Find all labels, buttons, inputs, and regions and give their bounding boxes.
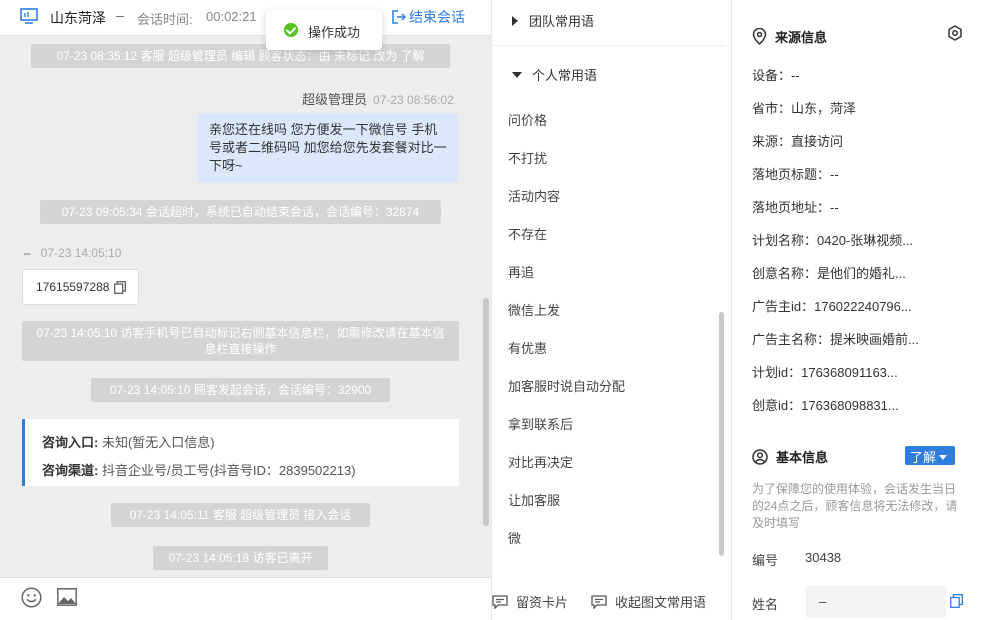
- system-message: 07-23 08:35:12 客服 超级管理员 编辑 顾客状态：由 未标记 改为…: [31, 44, 450, 68]
- customer-name-label: 姓名: [752, 597, 779, 612]
- location-pin-icon: [752, 27, 767, 46]
- caret-right-icon: [512, 16, 518, 26]
- customer-id-label: 编号: [752, 553, 779, 568]
- lead-card-button[interactable]: 留资卡片: [492, 592, 568, 611]
- sender-name: 超级管理员: [302, 92, 368, 107]
- title-separator: –: [116, 7, 124, 23]
- end-session-button[interactable]: 结束会话: [392, 7, 465, 27]
- phrases-scrollbar[interactable]: [719, 312, 724, 556]
- phrase-item[interactable]: 有优惠: [508, 338, 547, 357]
- toast-text: 操作成功: [308, 25, 361, 40]
- chat-scrollbar[interactable]: [483, 298, 489, 526]
- visitor-phone: 17615597288: [36, 280, 110, 294]
- system-message: 07-23 14:05:11 客服 超级管理员 接入会话: [111, 503, 370, 527]
- phrase-item[interactable]: 对比再决定: [508, 452, 573, 471]
- chat-header: 山东菏泽 – 会话时间: 00:02:21 结束会话: [0, 0, 491, 36]
- quick-phrases-panel: 团队常用语 个人常用语 问价格 不打扰 活动内容 不存在 再追 微信上发 有优惠…: [491, 0, 732, 620]
- visitor-location-title: 山东菏泽: [50, 10, 106, 26]
- exit-icon: [392, 10, 407, 24]
- divider: [492, 45, 725, 46]
- basic-info-header: 基本信息: [752, 447, 828, 466]
- consult-entry-row: 咨询入口: 未知(暂无入口信息): [42, 429, 442, 457]
- source-info-header: 来源信息: [752, 27, 827, 46]
- phrase-item[interactable]: 不打扰: [508, 148, 547, 167]
- personal-phrases-header[interactable]: 个人常用语: [512, 65, 597, 84]
- source-origin: 来源：直接访问: [752, 134, 844, 149]
- source-advertiser-id: 广告主id：176022240796...: [752, 299, 912, 314]
- emoji-icon[interactable]: [21, 587, 42, 608]
- source-plan-id: 计划id：176368091163...: [752, 365, 898, 380]
- collapse-phrases-button[interactable]: 收起图文常用语: [591, 592, 706, 611]
- consult-info-card: 咨询入口: 未知(暂无入口信息) 咨询渠道: 抖音企业号/员工号(抖音号ID：2…: [22, 419, 459, 486]
- consult-channel-row: 咨询渠道: 抖音企业号/员工号(抖音号ID：2839502213): [42, 457, 442, 485]
- source-landing-title: 落地页标题：--: [752, 167, 839, 182]
- source-landing-url: 落地页地址：--: [752, 200, 839, 215]
- settings-icon[interactable]: [947, 25, 963, 41]
- success-toast: 操作成功: [266, 10, 382, 50]
- system-message: 07-23 14:05:18 访客已离开: [153, 546, 328, 570]
- phrase-item[interactable]: 微信上发: [508, 300, 560, 319]
- phrase-item[interactable]: 加客服时说自动分配: [508, 376, 625, 395]
- phrase-item[interactable]: 活动内容: [508, 186, 560, 205]
- input-toolbar: [0, 577, 491, 620]
- source-creative-name: 创意名称：是他们的婚礼...: [752, 266, 906, 281]
- message-card-icon: [591, 595, 607, 610]
- visitor-name: –: [24, 246, 31, 260]
- phrase-item[interactable]: 微: [508, 528, 521, 547]
- phrase-item[interactable]: 拿到联系后: [508, 414, 573, 433]
- caret-down-icon: [939, 455, 948, 460]
- source-info-title: 来源信息: [775, 30, 828, 45]
- team-phrases-header[interactable]: 团队常用语: [512, 11, 594, 30]
- session-time-value: 00:02:21: [206, 9, 257, 24]
- visitor-phone-message: 17615597288: [22, 269, 139, 305]
- consult-entry-label: 咨询入口:: [42, 435, 99, 450]
- system-message: 07-23 09:05:34 会话超时，系统已自动结束会话，会话编号：32874: [40, 200, 441, 224]
- monitor-icon: [20, 8, 38, 24]
- agent-message-bubble: 亲您还在线吗 您方便发一下微信号 手机号或者二维码吗 加您给您先发套餐对比一下呀…: [197, 113, 459, 183]
- phrase-item[interactable]: 让加客服: [508, 490, 560, 509]
- team-phrases-title: 团队常用语: [529, 14, 595, 29]
- source-province-city: 省市：山东，菏泽: [752, 101, 857, 116]
- source-device: 设备：--: [752, 68, 800, 83]
- personal-phrases-title: 个人常用语: [532, 68, 598, 83]
- system-message: 07-23 14:05:10 访客手机号已自动标记右侧基本信息栏，如需修改请在基…: [22, 321, 459, 361]
- source-creative-id: 创意id：176368098831...: [752, 398, 899, 413]
- phrase-item[interactable]: 问价格: [508, 110, 547, 129]
- customer-status-value: 了解: [910, 450, 937, 465]
- message-card-icon: [492, 595, 508, 610]
- source-plan-name: 计划名称：0420-张琳视频...: [752, 233, 914, 248]
- message-sender: 超级管理员 07-23 08:56:02: [302, 89, 454, 108]
- image-icon[interactable]: [57, 588, 77, 606]
- chat-panel: 山东菏泽 – 会话时间: 00:02:21 结束会话 操作成功 07-23 08…: [0, 0, 491, 620]
- phrases-footer: 留资卡片 收起图文常用语: [492, 577, 732, 620]
- customer-name-input[interactable]: –: [806, 586, 946, 618]
- consult-entry-value: 未知(暂无入口信息): [101, 435, 215, 450]
- lead-card-label: 留资卡片: [516, 595, 569, 610]
- customer-id-value: 30438: [805, 550, 842, 565]
- sender-time: 07-23 08:56:02: [373, 93, 454, 107]
- customer-status-dropdown[interactable]: 了解: [905, 446, 955, 465]
- phrase-item[interactable]: 再追: [508, 262, 534, 281]
- basic-info-title: 基本信息: [776, 450, 829, 465]
- customer-info-panel: 来源信息 设备：-- 省市：山东，菏泽 来源：直接访问 落地页标题：-- 落地页…: [731, 0, 982, 620]
- visitor-message-meta: –07-23 14:05:10: [24, 246, 121, 260]
- caret-down-icon: [512, 72, 522, 78]
- session-time-label: 会话时间:: [137, 12, 193, 27]
- check-circle-icon: [284, 23, 298, 37]
- phrase-item[interactable]: 不存在: [508, 224, 547, 243]
- chat-workspace: 山东菏泽 – 会话时间: 00:02:21 结束会话 操作成功 07-23 08…: [0, 0, 982, 620]
- collapse-phrases-label: 收起图文常用语: [615, 595, 707, 610]
- copy-icon[interactable]: [950, 594, 963, 608]
- end-session-label: 结束会话: [409, 9, 465, 25]
- copy-icon[interactable]: [114, 281, 126, 294]
- consult-channel-value: 抖音企业号/员工号(抖音号ID：2839502213): [101, 463, 356, 478]
- consult-channel-label: 咨询渠道:: [42, 463, 99, 478]
- user-circle-icon: [752, 449, 768, 465]
- visitor-time: 07-23 14:05:10: [40, 246, 122, 260]
- source-advertiser-name: 广告主名称：提米映画婚前...: [752, 332, 919, 347]
- system-message: 07-23 14:05:10 顾客发起会话，会话编号：32900: [91, 378, 390, 402]
- edit-deadline-note: 为了保障您的使用体验，会话发生当日的24点之后，顾客信息将无法修改，请及时填写: [752, 482, 958, 530]
